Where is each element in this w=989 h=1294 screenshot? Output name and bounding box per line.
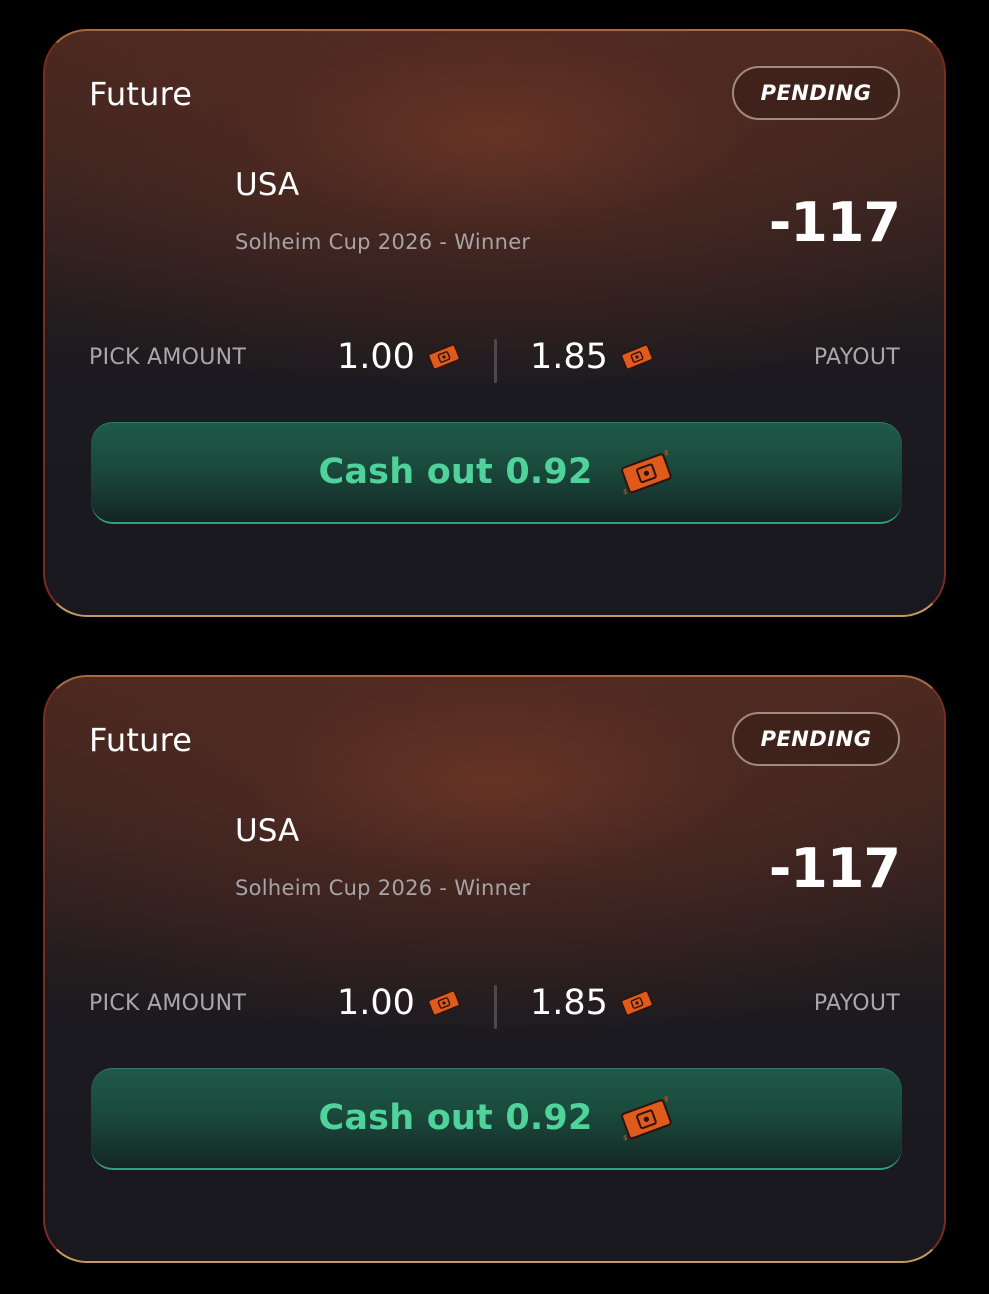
- payout-amount-value: 1.85: [530, 337, 608, 377]
- payout-amount: 1.85: [530, 983, 654, 1023]
- svg-text:$: $: [664, 1095, 668, 1103]
- pick-card[interactable]: Future PENDING USA Solheim Cup 2026 - Wi…: [43, 675, 946, 1263]
- coin-ticket-icon: [620, 990, 654, 1016]
- market-name: Solheim Cup 2026 - Winner: [235, 230, 531, 254]
- payout-amount: 1.85: [530, 337, 654, 377]
- odds-value: -117: [768, 837, 901, 900]
- pick-type-label: Future: [89, 75, 193, 113]
- selection-name: USA: [235, 167, 300, 203]
- pick-amount-value: 1.00: [337, 983, 415, 1023]
- coin-ticket-icon: [620, 344, 654, 370]
- status-badge: PENDING: [732, 66, 900, 120]
- svg-text:$: $: [623, 488, 627, 496]
- payout-label: PAYOUT: [813, 991, 900, 1016]
- svg-text:$: $: [664, 449, 668, 457]
- payout-label: PAYOUT: [813, 345, 900, 370]
- status-badge: PENDING: [732, 712, 900, 766]
- coin-ticket-icon: $ $: [620, 1095, 672, 1142]
- amount-divider: [494, 985, 497, 1029]
- cash-out-label: Cash out 0.92: [318, 1098, 593, 1138]
- coin-ticket-icon: $ $: [620, 449, 672, 496]
- odds-value: -117: [768, 191, 901, 254]
- pick-amount-value: 1.00: [337, 337, 415, 377]
- selection-name: USA: [235, 813, 300, 849]
- cash-out-button[interactable]: Cash out 0.92 $ $: [91, 422, 902, 524]
- amount-divider: [494, 339, 497, 383]
- cash-out-label: Cash out 0.92: [318, 452, 593, 492]
- pick-card[interactable]: Future PENDING USA Solheim Cup 2026 - Wi…: [43, 29, 946, 617]
- pick-amount-label: PICK AMOUNT: [89, 991, 247, 1016]
- payout-amount-value: 1.85: [530, 983, 608, 1023]
- coin-ticket-icon: [427, 344, 461, 370]
- pick-amount: 1.00: [337, 983, 461, 1023]
- pick-amount-label: PICK AMOUNT: [89, 345, 247, 370]
- svg-text:$: $: [623, 1134, 627, 1142]
- pick-type-label: Future: [89, 721, 193, 759]
- pick-amount: 1.00: [337, 337, 461, 377]
- cash-out-button[interactable]: Cash out 0.92 $ $: [91, 1068, 902, 1170]
- market-name: Solheim Cup 2026 - Winner: [235, 876, 531, 900]
- coin-ticket-icon: [427, 990, 461, 1016]
